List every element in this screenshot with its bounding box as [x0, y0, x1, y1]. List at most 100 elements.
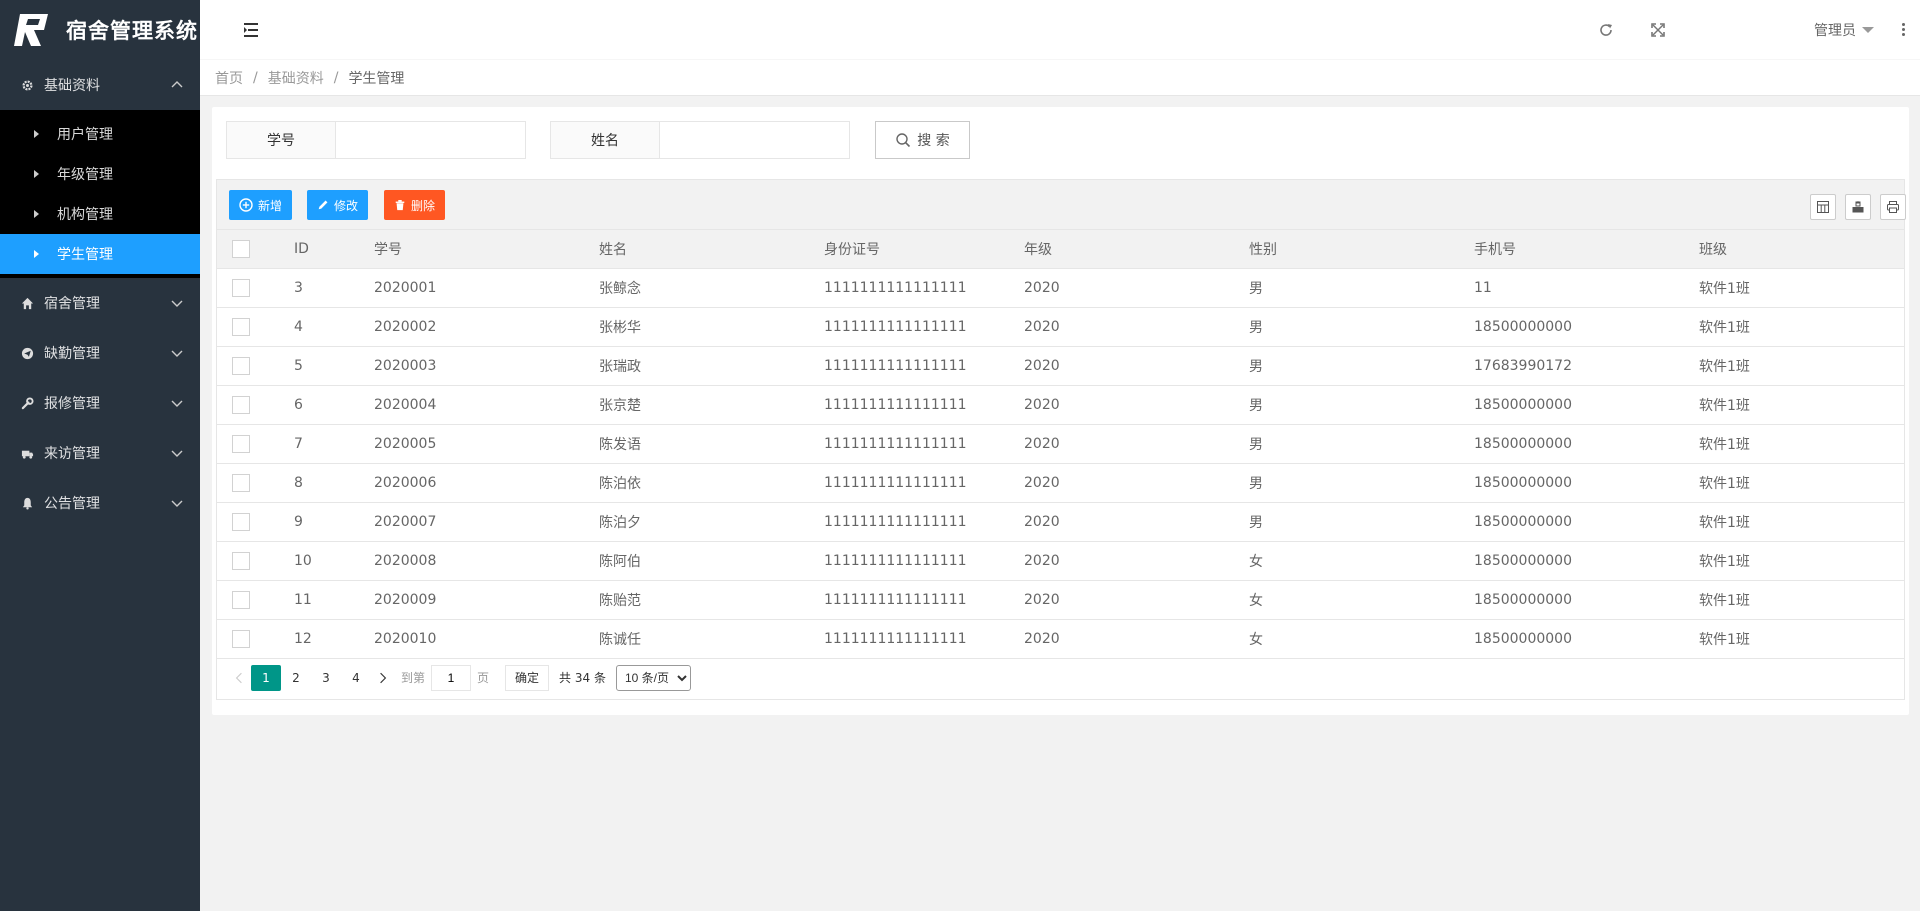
- table-cell: 18500000000: [1459, 463, 1684, 503]
- prev-page-icon[interactable]: [227, 665, 251, 691]
- home-icon: [20, 296, 34, 310]
- row-checkbox[interactable]: [232, 395, 250, 414]
- table-cell: 1111111111111111: [809, 424, 1009, 464]
- sidebar-item-label: 用户管理: [57, 127, 113, 143]
- students-table: ID 学号 姓名 身份证号 年级 性别 手机号 班级 3 2020001 张鲸念 11…: [217, 230, 1904, 659]
- column-header[interactable]: 身份证号: [809, 230, 1009, 269]
- row-checkbox[interactable]: [232, 434, 250, 453]
- logo: 宿舍管理系统: [0, 0, 200, 60]
- sidebar-item-orgs[interactable]: 机构管理: [0, 194, 200, 234]
- table-cell: 软件1班: [1684, 580, 1904, 620]
- table-cell: 张京楚: [584, 385, 809, 425]
- table-cell: 软件1班: [1684, 502, 1904, 542]
- table-row[interactable]: 3 2020001 张鲸念 1111111111111111 2020 男 11 软件1班: [217, 268, 1904, 308]
- chevron-down-icon: [171, 450, 183, 457]
- row-checkbox[interactable]: [232, 512, 250, 531]
- table-row[interactable]: 4 2020002 张彬华 1111111111111111 2020 男 18500000…: [217, 307, 1904, 347]
- breadcrumb-home[interactable]: 首页: [215, 68, 243, 88]
- table-cell: 软件1班: [1684, 541, 1904, 581]
- row-checkbox[interactable]: [232, 278, 250, 297]
- delete-button[interactable]: 删除: [384, 190, 446, 220]
- column-header[interactable]: ID: [279, 230, 359, 269]
- column-header[interactable]: 性别: [1234, 230, 1459, 269]
- goto-confirm-button[interactable]: 确定: [505, 664, 550, 691]
- table-cell: 男: [1234, 346, 1459, 386]
- table-row[interactable]: 9 2020007 陈泊夕 1111111111111111 2020 男 18500000…: [217, 502, 1904, 542]
- breadcrumb: 首页 / 基础资料 / 学生管理: [200, 60, 1920, 96]
- sidebar-item-students[interactable]: 学生管理: [0, 234, 200, 274]
- table-cell: 2020: [1009, 346, 1234, 386]
- table-cell: 女: [1234, 619, 1459, 659]
- sidebar-group-repair[interactable]: 报修管理: [0, 378, 200, 428]
- gear-icon: [20, 78, 34, 92]
- row-checkbox[interactable]: [232, 551, 250, 570]
- table-cell: 陈泊依: [584, 463, 809, 503]
- column-header[interactable]: 学号: [359, 230, 584, 269]
- table-cell: 女: [1234, 541, 1459, 581]
- sidebar-group-label: 来访管理: [44, 446, 100, 462]
- add-button[interactable]: 新增: [229, 190, 293, 220]
- table-row[interactable]: 8 2020006 陈泊依 1111111111111111 2020 男 18500000…: [217, 463, 1904, 503]
- table-cell: 软件1班: [1684, 463, 1904, 503]
- table-row[interactable]: 11 2020009 陈贻范 1111111111111111 2020 女 1850000…: [217, 580, 1904, 620]
- row-select-cell: [217, 463, 279, 503]
- menu-toggle-icon[interactable]: [244, 23, 260, 37]
- table-cell: 11: [279, 580, 359, 620]
- table-cell: 6: [279, 385, 359, 425]
- column-header[interactable]: 手机号: [1459, 230, 1684, 269]
- row-checkbox[interactable]: [232, 356, 250, 375]
- search-button[interactable]: 搜 索: [875, 121, 970, 159]
- app-title: 宿舍管理系统: [66, 19, 198, 43]
- row-select-cell: [217, 619, 279, 659]
- row-checkbox[interactable]: [232, 629, 250, 648]
- row-checkbox[interactable]: [232, 590, 250, 609]
- sidebar-item-users[interactable]: 用户管理: [0, 114, 200, 154]
- sidebar-group-dorm[interactable]: 宿舍管理: [0, 278, 200, 328]
- add-circle-icon: [239, 198, 253, 212]
- sidebar-group-basic[interactable]: 基础资料: [0, 60, 200, 110]
- user-menu[interactable]: 管理员: [1814, 20, 1874, 40]
- row-select-cell: [217, 307, 279, 347]
- table-cell: 1111111111111111: [809, 307, 1009, 347]
- sidebar-group-absence[interactable]: 缺勤管理: [0, 328, 200, 378]
- table-row[interactable]: 7 2020005 陈发语 1111111111111111 2020 男 18500000…: [217, 424, 1904, 464]
- table-row[interactable]: 12 2020010 陈诚任 1111111111111111 2020 女 1850000…: [217, 619, 1904, 659]
- breadcrumb-section[interactable]: 基础资料: [268, 68, 324, 88]
- goto-page-input[interactable]: [431, 664, 472, 691]
- next-page-icon[interactable]: [371, 665, 395, 691]
- edit-button[interactable]: 修改: [307, 190, 369, 220]
- table-row[interactable]: 10 2020008 陈阿伯 1111111111111111 2020 女 1850000…: [217, 541, 1904, 581]
- column-header[interactable]: 姓名: [584, 230, 809, 269]
- refresh-icon[interactable]: [1598, 22, 1614, 38]
- page-size-select[interactable]: 10 条/页: [615, 664, 691, 691]
- table-cell: 18500000000: [1459, 541, 1684, 581]
- table-cell: 软件1班: [1684, 346, 1904, 386]
- print-icon[interactable]: [1880, 194, 1906, 220]
- sidebar-group-label: 缺勤管理: [44, 346, 100, 362]
- columns-filter-icon[interactable]: [1810, 194, 1836, 220]
- page-number[interactable]: 2: [281, 665, 311, 691]
- table-cell: 8: [279, 463, 359, 503]
- table-cell: 1111111111111111: [809, 463, 1009, 503]
- column-header[interactable]: 班级: [1684, 230, 1904, 269]
- sidebar-group-notice[interactable]: 公告管理: [0, 478, 200, 528]
- select-all-checkbox[interactable]: [232, 239, 250, 258]
- student-no-input[interactable]: [336, 121, 526, 159]
- sidebar-group-visitor[interactable]: 来访管理: [0, 428, 200, 478]
- name-input[interactable]: [660, 121, 850, 159]
- export-icon[interactable]: [1845, 194, 1871, 220]
- name-field: 姓名: [550, 121, 850, 159]
- row-checkbox[interactable]: [232, 473, 250, 492]
- page-number[interactable]: 1: [251, 664, 281, 691]
- table-row[interactable]: 5 2020003 张瑞政 1111111111111111 2020 男 17683990…: [217, 346, 1904, 386]
- row-checkbox[interactable]: [232, 317, 250, 336]
- column-header[interactable]: 年级: [1009, 230, 1234, 269]
- fullscreen-icon[interactable]: [1650, 22, 1666, 38]
- table-cell: 5: [279, 346, 359, 386]
- sidebar-item-grades[interactable]: 年级管理: [0, 154, 200, 194]
- table-row[interactable]: 6 2020004 张京楚 1111111111111111 2020 男 18500000…: [217, 385, 1904, 425]
- page-number[interactable]: 4: [341, 665, 371, 691]
- wrench-icon: [20, 396, 34, 410]
- more-vertical-icon[interactable]: [1900, 22, 1906, 38]
- page-number[interactable]: 3: [311, 665, 341, 691]
